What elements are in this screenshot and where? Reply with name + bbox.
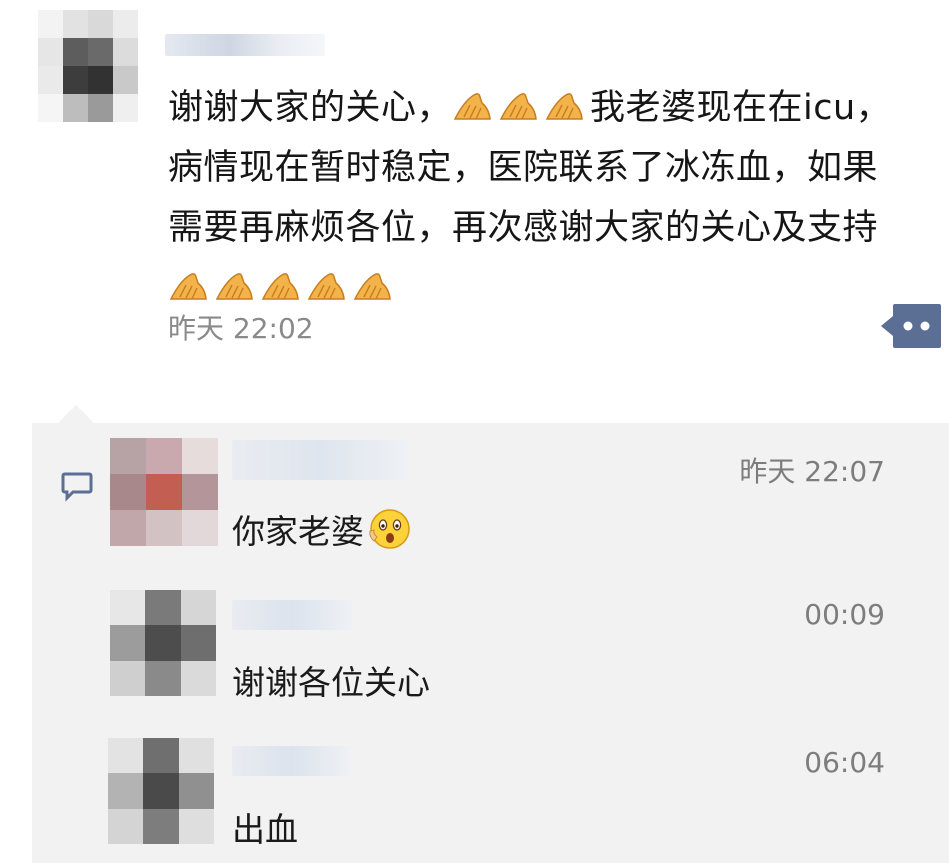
post-text: 谢谢大家的关心， 我老婆现在在icu， 病情现在暂时稳定，医院联系了冰冻血，如果 …: [168, 78, 928, 318]
comment-timestamp: 昨天 22:07: [739, 455, 885, 488]
comment-icon: [61, 472, 93, 502]
hands-icon: [215, 273, 253, 300]
hands-icon: [453, 93, 491, 120]
post-text-line-1: 谢谢大家的关心，: [168, 88, 453, 128]
comment-author-name[interactable]: [232, 440, 407, 480]
comment-avatar[interactable]: [110, 438, 218, 546]
post-author-avatar[interactable]: [38, 10, 138, 122]
post-text-line-1b: 我老婆现在在icu，: [590, 88, 892, 128]
comment-text: 你家老婆: [232, 505, 412, 553]
comment-author-name[interactable]: [232, 600, 352, 630]
post-author-name[interactable]: [165, 34, 325, 56]
hands-icon: [545, 93, 583, 120]
surprised-face-icon: [369, 509, 410, 549]
comment-timestamp: 00:09: [804, 598, 885, 631]
hands-icon: [307, 273, 345, 300]
comment-avatar[interactable]: [110, 590, 216, 696]
hands-icon: [261, 273, 299, 300]
post-text-line-3: 需要再麻烦各位，再次感谢大家的关心及支持: [168, 208, 879, 248]
comment-text: 出血: [232, 810, 298, 849]
hands-icon: [499, 93, 537, 120]
more-actions-button[interactable]: [881, 304, 941, 348]
comment-text: 谢谢各位关心: [232, 663, 430, 702]
hands-emoji-group: [452, 78, 590, 138]
comment-timestamp: 06:04: [804, 746, 885, 779]
hands-icon: [353, 273, 391, 300]
post-timestamp: 昨天 22:02: [168, 312, 314, 345]
comment-author-name[interactable]: [232, 746, 350, 776]
comment-area-caret: [58, 405, 94, 423]
hands-icon: [169, 273, 207, 300]
comment-avatar[interactable]: [108, 738, 214, 844]
post-text-line-2: 病情现在暂时稳定，医院联系了冰冻血，如果: [168, 148, 879, 188]
